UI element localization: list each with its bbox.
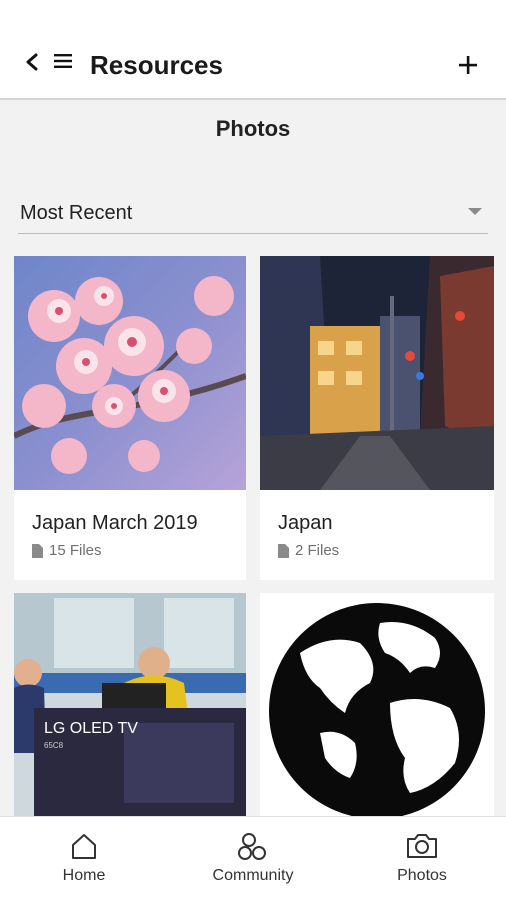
chevron-down-icon [468,208,482,215]
add-icon[interactable] [458,55,478,75]
globe-photo [260,593,494,816]
tab-photos[interactable]: Photos [338,817,506,900]
sort-selected-label: Most Recent [20,202,133,224]
community-icon [238,833,266,860]
album-file-count-label: 2 Files [295,542,340,559]
svg-text:65C8: 65C8 [44,741,64,750]
album-card[interactable] [260,593,494,816]
tab-photos-label: Photos [397,867,447,884]
album-card[interactable]: Japan 2 Files [260,256,494,580]
bottom-tab-bar: Home Community Photos [0,816,506,900]
file-icon [32,543,43,558]
cherry-blossom-photo [14,256,246,490]
menu-icon[interactable] [54,54,72,68]
album-file-count-label: 15 Files [49,542,102,559]
sort-dropdown[interactable]: Most Recent [18,196,488,234]
file-icon [278,543,289,558]
section-title: Photos [215,116,291,141]
camera-icon [407,834,437,858]
album-title: Japan March 2019 [32,512,198,534]
tab-community[interactable]: Community [169,817,337,900]
album-file-count: 2 Files [278,542,339,559]
japan-street-night-photo [260,256,494,490]
home-icon [72,834,96,859]
app-header: Resources [0,0,506,100]
album-card[interactable]: Japan March 2019 15 Files [14,256,246,580]
album-card[interactable]: LG OLED TV 65C8 [14,593,246,816]
back-icon[interactable] [24,52,40,72]
lg-oled-tv-event-photo: LG OLED TV 65C8 [14,593,246,816]
album-file-count: 15 Files [32,542,102,559]
album-title: Japan [278,512,333,534]
page-title: Resources [90,50,223,80]
tab-home[interactable]: Home [0,817,168,900]
svg-text:LG OLED TV: LG OLED TV [44,720,138,737]
tab-community-label: Community [212,867,294,884]
tab-home-label: Home [62,867,106,884]
